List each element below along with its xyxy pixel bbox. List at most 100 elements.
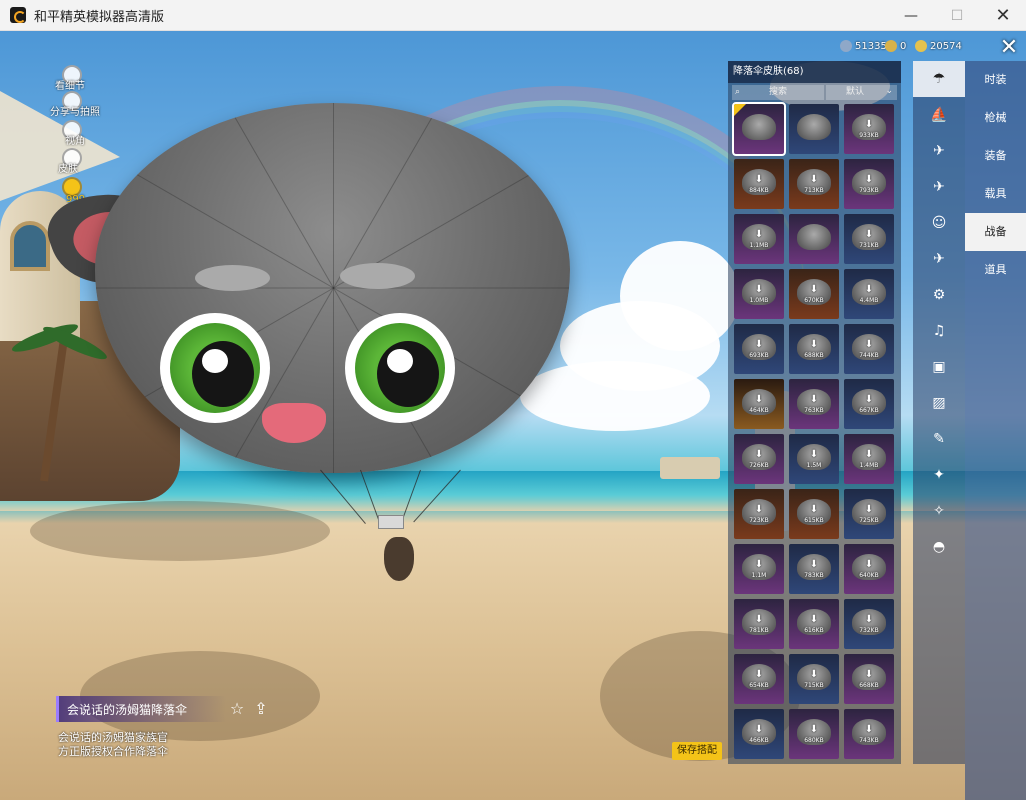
skin-tile[interactable]: ⬇ 667KB (844, 379, 894, 429)
skin-tile[interactable]: ⬇ 725KB (844, 489, 894, 539)
download-icon: ⬇ (809, 614, 819, 625)
parachute-thumbnail (797, 224, 831, 250)
wand-icon[interactable]: ✧ (913, 493, 965, 529)
skin-tile[interactable]: ⬇ 688KB (789, 324, 839, 374)
sparkle-icon[interactable]: ✦ (913, 457, 965, 493)
search-icon: ⌕ (735, 87, 741, 97)
skin-tile[interactable]: ⬇ 884KB (734, 159, 784, 209)
download-icon: ⬇ (809, 449, 819, 460)
skin-panel-header: 降落伞皮肤(68) (728, 61, 901, 83)
skin-tile[interactable]: ⬇ 726KB (734, 434, 784, 484)
backpack-icon[interactable]: ⚙ (913, 277, 965, 313)
download-icon: ⬇ (754, 504, 764, 515)
download-size: 1.1MB (749, 242, 769, 249)
cat-eye-glint (387, 349, 413, 373)
favorite-star-icon[interactable]: ☆ (228, 700, 246, 718)
skin-tile[interactable]: ⬇ 793KB (844, 159, 894, 209)
cloud (620, 241, 740, 351)
download-icon: ⬇ (864, 504, 874, 515)
search-placeholder: 搜索 (768, 87, 787, 97)
close-icon[interactable]: ✕ (996, 36, 1022, 60)
cat-eye-right (345, 313, 455, 423)
emote-icon[interactable]: ☺ (913, 205, 965, 241)
skin-tile[interactable]: ⬇ 732KB (844, 599, 894, 649)
skin-tile[interactable]: ⬇ 693KB (734, 324, 784, 374)
skin-tile[interactable]: ⬇ 781KB (734, 599, 784, 649)
picture-icon[interactable]: ▨ (913, 385, 965, 421)
skin-tile[interactable]: ⬇ 715KB (789, 654, 839, 704)
skin-tile[interactable] (789, 104, 839, 154)
category-column: 时装 枪械 装备 载具 战备 道具 (965, 61, 1026, 800)
download-size: 763KB (804, 407, 824, 414)
skin-grid: ⬇ 933KB ⬇ 884KB ⬇ 713KB ⬇ 793KB ⬇ 1.1MB ⬇ 731KB ⬇ 1.0… (732, 102, 896, 759)
download-size: 466KB (749, 737, 769, 744)
skin-tile[interactable]: ⬇ 654KB (734, 654, 784, 704)
plane-icon[interactable]: ✈ (913, 133, 965, 169)
jet-icon[interactable]: ✈ (913, 169, 965, 205)
save-outfit-button[interactable]: 保存搭配 (672, 742, 722, 760)
sound-icon[interactable]: ♫ (913, 313, 965, 349)
skin-tile[interactable]: ⬇ 763KB (789, 379, 839, 429)
share-icon[interactable]: ⇪ (252, 700, 270, 718)
sort-value: 默认 (846, 87, 865, 97)
distant-building (660, 457, 720, 479)
skin-tile[interactable]: ⬇ 464KB (734, 379, 784, 429)
helmet-icon[interactable]: ◓ (913, 529, 965, 565)
download-icon: ⬇ (864, 669, 874, 680)
skin-tile[interactable]: ⬇ 680KB (789, 709, 839, 759)
skin-tile[interactable]: ⬇ 723KB (734, 489, 784, 539)
skin-tile[interactable]: ⬇ 1.1M (734, 544, 784, 594)
skin-tile[interactable]: ⬇ 670KB (789, 269, 839, 319)
skin-tile[interactable]: ⬇ 4.4MB (844, 269, 894, 319)
parachute-thumbnail (742, 114, 776, 140)
skin-tile[interactable]: ⬇ 466KB (734, 709, 784, 759)
skin-tile[interactable]: ⬇ 731KB (844, 214, 894, 264)
skin-tile[interactable]: ⬇ 713KB (789, 159, 839, 209)
skin-tile[interactable]: ⬇ 1.0MB (734, 269, 784, 319)
ship-window (10, 221, 50, 271)
download-size: 670KB (804, 297, 824, 304)
item-description-line2: 方正版授权合作降落伞 (58, 745, 168, 758)
skin-tile[interactable] (789, 214, 839, 264)
download-icon: ⬇ (809, 724, 819, 735)
skin-tile[interactable]: ⬇ 668KB (844, 654, 894, 704)
category-tab[interactable]: 装备 (965, 137, 1026, 175)
category-tab[interactable]: 道具 (965, 251, 1026, 289)
skin-tile[interactable]: ⬇ 1.5M (789, 434, 839, 484)
currency-silver-value: 51335 (855, 40, 887, 52)
spray-icon[interactable]: ✎ (913, 421, 965, 457)
download-size: 933KB (859, 132, 879, 139)
skin-tile[interactable]: ⬇ 744KB (844, 324, 894, 374)
skin-tile[interactable]: ⬇ 1.1MB (734, 214, 784, 264)
skin-tile[interactable]: ⬇ 1.4MB (844, 434, 894, 484)
skin-tile[interactable]: ⬇ 933KB (844, 104, 894, 154)
skin-tile[interactable]: ⬇ 615KB (789, 489, 839, 539)
download-size: 732KB (859, 627, 879, 634)
skin-tile[interactable]: ⬇ 616KB (789, 599, 839, 649)
card-icon[interactable]: ▣ (913, 349, 965, 385)
maximize-button[interactable]: ☐ (934, 0, 980, 31)
download-size: 743KB (859, 737, 879, 744)
minimize-button[interactable]: — (888, 0, 934, 31)
skin-search-input[interactable]: ⌕ 搜索 (732, 85, 824, 100)
item-name-banner: 会说话的汤姆猫降落伞 (56, 696, 226, 722)
category-tab[interactable]: 战备 (965, 213, 1026, 251)
skin-tile[interactable]: ⬇ 783KB (789, 544, 839, 594)
download-icon: ⬇ (809, 339, 819, 350)
parachute-icon[interactable]: ☂ (913, 61, 965, 97)
app-logo-icon (10, 7, 26, 23)
equipped-badge (734, 104, 746, 116)
download-icon: ⬇ (864, 614, 874, 625)
window-close-button[interactable]: ✕ (980, 0, 1026, 31)
sort-dropdown[interactable]: 默认 ⌄ (826, 85, 897, 100)
canopy-seam (332, 103, 334, 288)
drone-icon[interactable]: ✈ (913, 241, 965, 277)
skin-tile[interactable] (732, 102, 786, 156)
glider-icon[interactable]: ⛵ (913, 97, 965, 133)
cat-brow (340, 263, 415, 289)
skin-tile[interactable]: ⬇ 743KB (844, 709, 894, 759)
category-tab[interactable]: 载具 (965, 175, 1026, 213)
category-tab[interactable]: 时装 (965, 61, 1026, 99)
skin-tile[interactable]: ⬇ 640KB (844, 544, 894, 594)
category-tab[interactable]: 枪械 (965, 99, 1026, 137)
